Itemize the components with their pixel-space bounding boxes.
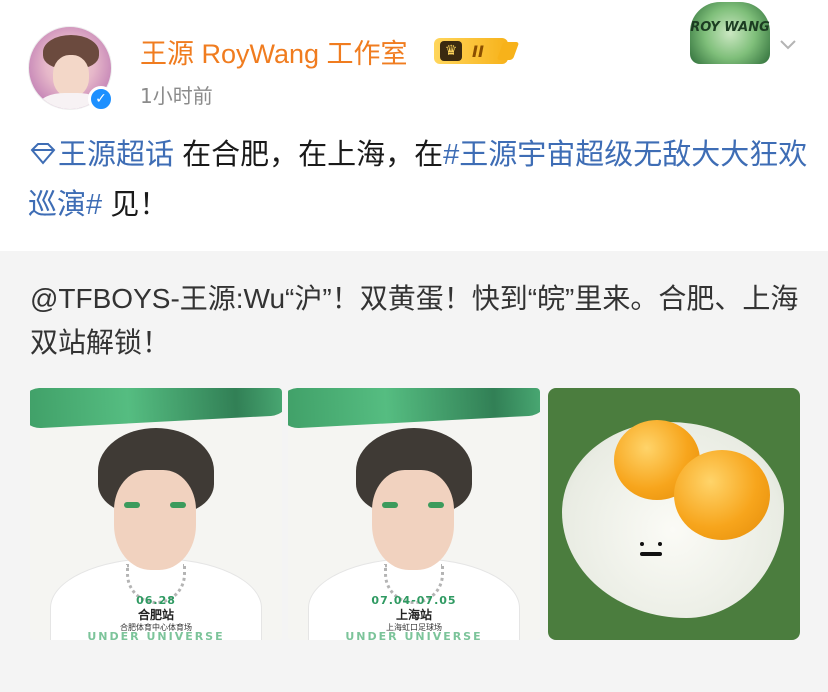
poster-brand: UNDER UNIVERSE [345,630,483,640]
egg-face-eye [640,542,644,546]
poster-station: 合肥站 [137,608,174,622]
image-thumbnail-hefei-poster[interactable]: 06.28 合肥站 合肥体育中心体育场 UNDER UNIVERSE [30,388,282,640]
super-topic-diamond-icon [30,143,56,165]
post-body: 王源超话 在合肥，在上海，在#王源宇宙超级无敌大大狂欢巡演# 见！ [28,130,808,230]
poster-brand: UNDER UNIVERSE [87,630,225,640]
account-name[interactable]: 王源 RoyWang 工作室 [140,32,408,71]
post-timestamp: 1小时前 [140,84,213,108]
post-text-segment-1: 在合肥，在上海，在 [174,139,444,171]
image-thumbnail-double-yolk-egg[interactable] [548,388,800,640]
poster-brush-title [288,388,540,430]
poster-figure-face [114,470,196,570]
crown-icon: ♛ [440,41,462,61]
repost-mention[interactable]: @TFBOYS-王源 [30,283,236,314]
poster-figure-eyes [382,502,444,510]
repost-body: @TFBOYS-王源:Wu“沪”！双黄蛋！快到“皖”里来。合肥、上海双站解锁！ [30,277,810,365]
post-text-segment-2: 见！ [102,189,169,221]
level-badge-label: II [472,41,484,61]
decoration-card-text: ROY WANG [690,20,770,35]
egg-yolk-right [674,450,770,540]
egg-face-eye [658,542,662,546]
badge-tail [496,42,520,60]
poster-station: 上海站 [395,608,432,622]
chevron-down-icon[interactable] [778,34,798,54]
poster-brush-title [30,388,282,430]
poster-figure-eyes [124,502,186,510]
avatar-face [53,55,89,97]
verified-icon: ✓ [88,86,114,112]
egg-face-mouth [640,552,662,556]
post-header: ✓ 王源 RoyWang 工作室 ♛ II 1小时前 ROY WANG [0,0,828,120]
repost-card[interactable]: @TFBOYS-王源:Wu“沪”！双黄蛋！快到“皖”里来。合肥、上海双站解锁！ … [0,251,828,692]
image-thumbnail-shanghai-poster[interactable]: 07.04-07.05 上海站 上海虹口足球场 UNDER UNIVERSE [288,388,540,640]
poster-figure-face [372,470,454,570]
super-topic-link[interactable]: 王源超话 [58,139,174,171]
level-badge-icon[interactable]: ♛ II [434,38,520,64]
